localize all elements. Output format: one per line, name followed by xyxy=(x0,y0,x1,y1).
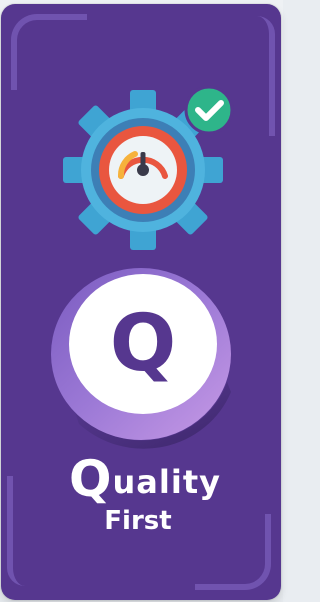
corner-decoration-top-right xyxy=(251,16,275,136)
quality-badge-card: Q Quality First xyxy=(1,4,281,600)
corner-decoration-top-left xyxy=(11,14,87,90)
gear-gauge-icon xyxy=(51,82,241,252)
background: Q Quality First xyxy=(0,0,283,602)
check-icon xyxy=(184,85,234,135)
svg-text:Q: Q xyxy=(110,299,176,389)
title-line-first: First xyxy=(104,506,172,536)
title-line-quality: Quality xyxy=(9,454,281,504)
badge-title: Quality First xyxy=(1,454,281,534)
q-medal-icon: Q xyxy=(45,262,243,452)
title-initial: Q xyxy=(69,450,113,508)
title-rest: uality xyxy=(112,463,221,501)
